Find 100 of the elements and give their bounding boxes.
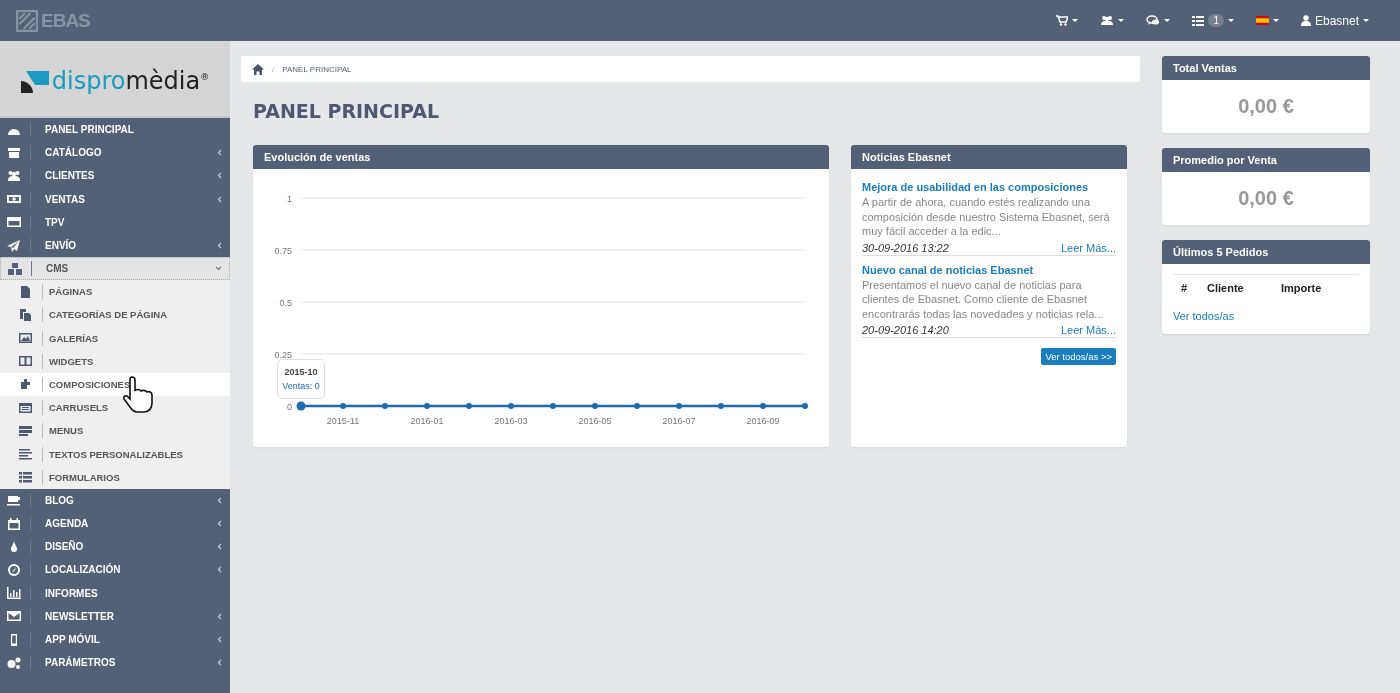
sidebar-item[interactable]: TPV [0, 210, 230, 234]
x-tick-label: 2016-05 [578, 416, 612, 426]
view-all-button[interactable]: Ver todos/as >> [1041, 348, 1116, 365]
x-tick-label: 2016-01 [410, 416, 444, 426]
panel-header: Noticias Ebasnet [851, 145, 1127, 169]
cart-icon [1056, 15, 1069, 26]
data-point [760, 403, 766, 409]
text-lines-icon [19, 448, 32, 461]
cubes-icon [8, 262, 22, 275]
submenu-item[interactable]: TEXTOS PERSONALIZABLES [0, 442, 230, 466]
copy-icon [19, 308, 32, 321]
box-icon [7, 146, 21, 159]
data-point [382, 403, 388, 409]
news-date: 30-09-2016 13:22 [862, 241, 949, 254]
flag-icon [1255, 16, 1269, 25]
list-icon [19, 401, 32, 414]
people-icon [1100, 15, 1115, 26]
envelope-icon [7, 610, 21, 623]
read-more-link[interactable]: Leer Más... [1060, 324, 1116, 336]
sidebar-item[interactable]: CMS [0, 257, 230, 281]
stat-value: 0,00 € [1237, 186, 1295, 211]
data-point [340, 403, 346, 409]
count-badge: 1 [1208, 14, 1224, 27]
sidebar-item[interactable]: AGENDA [0, 512, 230, 536]
sidebar-item[interactable]: CATÁLOGO [0, 141, 230, 165]
panel-header: Promedio por Venta [1162, 148, 1370, 172]
data-point [802, 403, 808, 409]
stat-value: 0,00 € [1237, 94, 1295, 119]
x-tick-label: 2016-03 [494, 416, 528, 426]
submenu-item[interactable]: CARRUSELS [0, 396, 230, 420]
data-point [550, 403, 556, 409]
submenu-item[interactable]: GALERÍAS [0, 326, 230, 350]
x-tick-label: 2016-07 [662, 416, 696, 426]
data-point [676, 403, 682, 409]
calendar-icon [7, 517, 21, 530]
blog-cup-icon [7, 494, 21, 507]
bar-chart-icon [7, 587, 21, 600]
y-tick-label: 1 [287, 194, 292, 204]
submenu-item[interactable]: CATEGORÍAS DE PÁGINA [0, 303, 230, 327]
data-point [466, 403, 472, 409]
submenu-item[interactable]: FORMULARIOS [0, 465, 230, 489]
user-icon [1300, 15, 1311, 26]
sidebar-item[interactable]: ENVÍO [0, 233, 230, 258]
data-point [508, 403, 514, 409]
sidebar-item[interactable]: CLIENTES [0, 164, 230, 188]
tasks-menu-button[interactable]: 1 [1183, 10, 1243, 31]
submenu-item[interactable]: PÁGINAS [0, 280, 230, 304]
image-icon [19, 332, 32, 345]
sidebar-item[interactable]: DISEÑO [0, 535, 230, 559]
people-icon [7, 169, 21, 182]
submenu-item[interactable]: WIDGETS [0, 349, 230, 373]
news-title-link[interactable]: Mejora de usabilidad en las composiciones [862, 181, 1116, 193]
column-header: # [1181, 282, 1189, 296]
sidebar-item[interactable]: APP MÓVIL [0, 627, 230, 652]
columns-icon [19, 355, 32, 368]
brand-logo-icon [20, 70, 49, 93]
sidebar-item[interactable]: INFORMES [0, 581, 230, 605]
data-point [296, 401, 306, 411]
panel-header: Evolución de ventas [253, 145, 829, 169]
news-excerpt: A partir de ahora, cuando estés realizando una composición desde nuestro Sistema Ebasnet, será muy fácil acceder a la edic... [862, 195, 1111, 239]
news-date: 20-09-2016 14:20 [862, 324, 949, 336]
column-header: Cliente [1207, 282, 1245, 296]
data-point [634, 403, 640, 409]
sidebar-item[interactable]: PARÁMETROS [0, 651, 230, 675]
data-point [424, 403, 430, 409]
table-list-icon [19, 471, 32, 484]
view-all-link[interactable]: Ver todos/as [1173, 310, 1359, 322]
breadcrumb-separator: / [272, 64, 275, 74]
x-tick-label: 2015-11 [326, 416, 360, 426]
user-menu-button[interactable]: Ebasnet [1291, 9, 1378, 32]
y-tick-label: 0.75 [274, 246, 292, 256]
sidebar-item[interactable]: NEWSLETTER [0, 604, 230, 628]
sidebar-item[interactable]: PANEL PRINCIPAL [0, 118, 230, 142]
submenu-item[interactable]: MENUS [0, 419, 230, 443]
brand-logo: dispromèdia$^{®}$ [51, 65, 210, 93]
tooltip-value: Ventas: 0 [281, 381, 321, 391]
sidebar-item[interactable]: BLOG [0, 488, 230, 512]
column-header: Importe [1281, 282, 1322, 296]
news-title-link[interactable]: Nuevo canal de noticias Ebasnet [862, 263, 1116, 276]
card-icon [7, 216, 21, 229]
home-icon[interactable] [252, 63, 264, 75]
page-title: PANEL PRINCIPAL [253, 100, 441, 122]
document-icon [19, 285, 32, 298]
sidebar-item[interactable]: LOCALIZACIÓN [0, 558, 230, 582]
read-more-link[interactable]: Leer Más... [1060, 241, 1116, 254]
panel-header: Últimos 5 Pedidos [1162, 240, 1370, 264]
tooltip-title: 2015-10 [283, 367, 319, 377]
paper-plane-icon [7, 239, 21, 252]
sidebar-item[interactable]: VENTAS [0, 187, 230, 211]
data-point [592, 403, 598, 409]
y-tick-label: 0.25 [274, 350, 292, 360]
compass-icon [7, 563, 21, 576]
lines-icon [19, 424, 32, 437]
news-excerpt: Presentamos el nuevo canal de noticias para clientes de Ebasnet. Como cliente de Ebasnet encontrarás todas las novedades y noticias rela... [862, 277, 1105, 321]
breadcrumb-current: PANEL PRINCIPAL [282, 64, 352, 74]
data-point [718, 403, 724, 409]
y-tick-label: 0 [287, 402, 292, 412]
panel-header: Total Ventas [1162, 56, 1370, 80]
chat-icon [1146, 15, 1161, 26]
x-tick-label: 2016-09 [746, 416, 780, 426]
